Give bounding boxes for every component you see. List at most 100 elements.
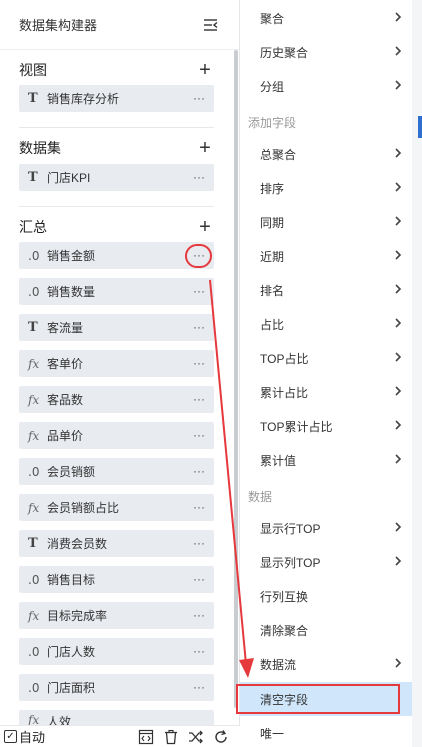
section-dataset-title: 数据集 — [19, 140, 61, 156]
menu-item-unique[interactable]: 唯一 — [240, 716, 412, 747]
refresh-icon[interactable] — [213, 729, 229, 745]
chevron-right-icon — [395, 352, 402, 362]
menu-item-label: 聚合 — [260, 11, 285, 26]
panel-toolbar: ✓ 自动 — [0, 725, 240, 747]
menu-item-label: 显示列TOP — [260, 555, 321, 570]
summary-field-item[interactable]: fx 人效 — [19, 710, 214, 726]
menu-item-clear-aggregate[interactable]: 清除聚合 — [240, 613, 412, 647]
field-label: 销售目标 — [47, 573, 96, 587]
menu-item-label: 占比 — [260, 317, 285, 332]
menu-item-top-cumulative-ratio[interactable]: TOP累计占比 — [240, 409, 412, 443]
chevron-right-icon — [395, 216, 402, 226]
checkbox-icon[interactable]: ✓ — [4, 730, 17, 743]
number-type-icon: .0 — [28, 680, 40, 695]
menu-item-label: 累计占比 — [260, 385, 309, 400]
menu-item-show-col-top[interactable]: 显示列TOP — [240, 545, 412, 579]
menu-item-rank[interactable]: 排名 — [240, 273, 412, 307]
shuffle-icon[interactable] — [188, 729, 204, 745]
menu-item-show-row-top[interactable]: 显示行TOP — [240, 511, 412, 545]
more-options-icon[interactable]: ··· — [193, 465, 205, 477]
code-view-icon[interactable] — [138, 729, 154, 745]
more-options-icon[interactable]: ··· — [193, 501, 205, 513]
menu-item-aggregate[interactable]: 聚合 — [240, 1, 412, 35]
section-summary-title: 汇总 — [19, 219, 47, 235]
summary-field-item[interactable]: .0 销售数量 ··· — [19, 278, 214, 305]
panel-scrollbar[interactable] — [234, 50, 238, 708]
summary-field-item[interactable]: T 消费会员数 ··· — [19, 530, 214, 557]
field-label: 销售数量 — [47, 285, 96, 299]
menu-item-data-flow[interactable]: 数据流 — [240, 647, 412, 681]
summary-field-item[interactable]: .0 销售目标 ··· — [19, 566, 214, 593]
summary-field-item[interactable]: .0 门店人数 ··· — [19, 638, 214, 665]
chevron-right-icon — [395, 522, 402, 532]
more-options-icon[interactable]: ··· — [193, 645, 205, 657]
auto-label: 自动 — [19, 730, 46, 745]
more-options-icon[interactable]: ··· — [193, 429, 205, 441]
collapse-panel-icon[interactable] — [203, 17, 219, 33]
add-dataset-plus-icon[interactable]: + — [197, 138, 213, 158]
more-options-icon[interactable]: ··· — [193, 537, 205, 549]
field-label: 消费会员数 — [47, 537, 108, 551]
dataset-builder-panel: 数据集构建器 视图 + T 销售库存分析 ··· 数据集 + T 门店KPI ·… — [0, 0, 240, 747]
summary-field-item[interactable]: fx 会员销额占比 ··· — [19, 494, 214, 521]
menu-item-swap-rows-cols[interactable]: 行列互换 — [240, 579, 412, 613]
background-panel-edge — [412, 0, 422, 747]
field-label: 门店面积 — [47, 681, 96, 695]
menu-item-cumulative-ratio[interactable]: 累计占比 — [240, 375, 412, 409]
add-view-plus-icon[interactable]: + — [197, 60, 213, 80]
menu-item-label: TOP占比 — [260, 351, 309, 366]
menu-item-cumulative-value[interactable]: 累计值 — [240, 443, 412, 477]
summary-field-item[interactable]: fx 客品数 ··· — [19, 386, 214, 413]
menu-item-sort[interactable]: 排序 — [240, 171, 412, 205]
summary-field-item[interactable]: fx 客单价 ··· — [19, 350, 214, 377]
chevron-right-icon — [395, 182, 402, 192]
panel-title: 数据集构建器 — [19, 18, 98, 33]
formula-type-icon: fx — [28, 608, 40, 623]
chevron-right-icon — [395, 148, 402, 158]
section-divider — [19, 127, 214, 128]
more-options-icon[interactable]: ··· — [193, 171, 205, 183]
summary-field-item[interactable]: fx 品单价 ··· — [19, 422, 214, 449]
dataset-field-item[interactable]: T 门店KPI ··· — [19, 164, 214, 191]
add-summary-plus-icon[interactable]: + — [197, 217, 213, 237]
formula-type-icon: fx — [28, 428, 40, 443]
summary-field-item[interactable]: fx 目标完成率 ··· — [19, 602, 214, 629]
more-options-icon[interactable]: ··· — [193, 609, 205, 621]
menu-item-label: TOP累计占比 — [260, 419, 333, 434]
menu-item-label: 近期 — [260, 249, 285, 264]
more-options-icon[interactable]: ··· — [193, 393, 205, 405]
summary-field-item[interactable]: .0 门店面积 ··· — [19, 674, 214, 701]
menu-item-top-ratio[interactable]: TOP占比 — [240, 341, 412, 375]
menu-item-label: 数据流 — [260, 657, 297, 672]
edge-accent-mark — [418, 116, 422, 138]
more-options-icon[interactable]: ··· — [193, 92, 205, 104]
menu-item-same-period[interactable]: 同期 — [240, 205, 412, 239]
more-options-icon[interactable]: ··· — [193, 357, 205, 369]
field-label: 销售金额 — [47, 249, 96, 263]
chevron-right-icon — [395, 454, 402, 464]
menu-item-group[interactable]: 分组 — [240, 69, 412, 103]
field-label: 销售库存分析 — [47, 92, 120, 106]
field-label: 会员销额占比 — [47, 501, 120, 515]
menu-item-history-aggregate[interactable]: 历史聚合 — [240, 35, 412, 69]
field-label: 目标完成率 — [47, 609, 108, 623]
field-label: 客单价 — [47, 357, 84, 371]
more-options-icon[interactable]: ··· — [193, 681, 205, 693]
menu-item-total-aggregate[interactable]: 总聚合 — [240, 137, 412, 171]
delete-icon[interactable] — [163, 729, 179, 745]
summary-field-item[interactable]: T 客流量 ··· — [19, 314, 214, 341]
auto-toggle[interactable]: ✓ 自动 — [4, 727, 45, 746]
menu-item-ratio[interactable]: 占比 — [240, 307, 412, 341]
summary-field-item[interactable]: .0 会员销额 ··· — [19, 458, 214, 485]
text-type-icon: T — [28, 536, 38, 551]
more-options-icon[interactable]: ··· — [193, 285, 205, 297]
chevron-right-icon — [395, 80, 402, 90]
view-field-item[interactable]: T 销售库存分析 ··· — [19, 85, 214, 112]
menu-group-data: 数据 — [248, 490, 273, 504]
menu-item-recent[interactable]: 近期 — [240, 239, 412, 273]
more-options-icon[interactable]: ··· — [193, 573, 205, 585]
menu-item-label: 累计值 — [260, 453, 297, 468]
menu-item-label: 行列互换 — [260, 589, 309, 604]
field-label: 客流量 — [47, 321, 84, 335]
more-options-icon[interactable]: ··· — [193, 321, 205, 333]
